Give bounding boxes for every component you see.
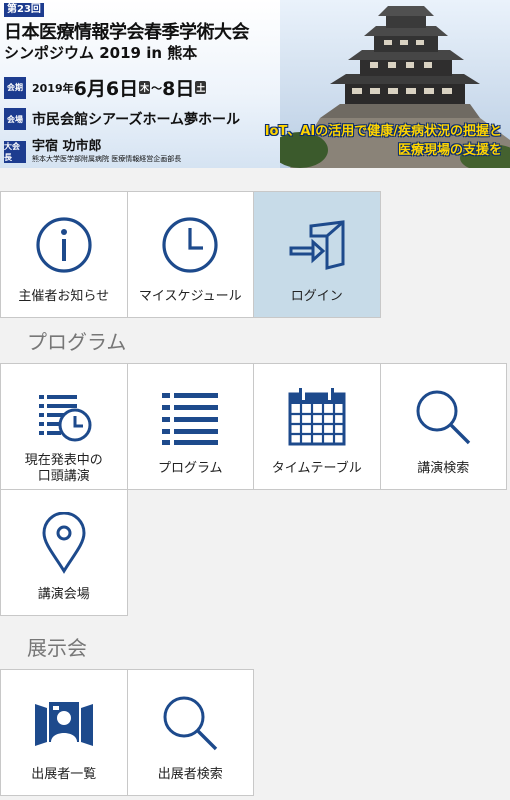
clock-icon <box>162 217 218 273</box>
tile-program[interactable]: プログラム <box>126 363 254 490</box>
program-section-title: プログラム <box>27 329 127 354</box>
conference-banner: 第23回 日本医療情報学会春季学術大会 シンポジウム 2019 in 熊本 会期… <box>0 0 510 168</box>
tile-label: ログイン <box>290 289 343 304</box>
conference-title: 日本医療情報学会春季学術大会 <box>4 22 250 43</box>
info-icon <box>36 217 92 273</box>
slogan-line-2: 医療現場の支援を <box>397 143 502 158</box>
tile-label: 現在発表中の 口頭講演 <box>1 453 127 485</box>
tile-label-line-2: 口頭講演 <box>37 469 90 484</box>
date-day-start: 6日 <box>105 78 139 100</box>
tile-timetable[interactable]: タイムテーブル <box>253 363 381 490</box>
chair-row: 大会長 宇宿 功市郎 熊本大学医学部附属病院 医療情報経営企画部長 <box>4 140 181 164</box>
tile-label: プログラム <box>157 461 223 476</box>
tile-exhibitor-list[interactable]: 出展者一覧 <box>0 669 128 796</box>
login-icon <box>289 220 345 270</box>
slogan: IoT、AIの活用で健康/疾病状況の把握と 医療現場の支援を <box>265 122 502 160</box>
tile-label: 講演検索 <box>417 461 470 476</box>
exhibitor-icon <box>34 702 93 746</box>
date-dow-end: 土 <box>195 81 207 94</box>
tile-label: 主催者お知らせ <box>18 289 110 304</box>
chair-tag: 大会長 <box>4 141 26 163</box>
conference-subtitle: シンポジウム 2019 in 熊本 <box>4 44 198 62</box>
current-talks-icon <box>38 395 92 442</box>
top-menu: 主催者お知らせ マイスケジュール ログイン <box>0 191 510 318</box>
edition-badge: 第23回 <box>4 3 44 17</box>
date-year: 2019年 <box>32 81 74 95</box>
program-menu: 現在発表中の 口頭講演 プログラム タイムテーブル 講演検索 講演会場 <box>0 363 510 616</box>
tile-label: 出展者検索 <box>157 767 223 782</box>
search-icon <box>416 390 471 445</box>
tile-label-line-1: 現在発表中の <box>24 453 103 468</box>
map-pin-icon <box>42 512 86 574</box>
tile-label: 講演会場 <box>37 587 90 602</box>
slogan-line-1: IoT、AIの活用で健康/疾病状況の把握と <box>264 124 502 139</box>
tile-my-schedule[interactable]: マイスケジュール <box>126 191 254 318</box>
date-month: 6月 <box>73 78 106 100</box>
search-icon <box>163 696 218 751</box>
list-icon <box>162 393 219 445</box>
tile-label: タイムテーブル <box>271 461 362 476</box>
date-day-end: 8日 <box>162 78 195 100</box>
tile-exhibitor-search[interactable]: 出展者検索 <box>126 669 254 796</box>
date-row: 会期 2019年 6月 6日 木 ～ 8日 土 <box>4 74 207 101</box>
exhibition-section-title: 展示会 <box>27 635 87 660</box>
chair-name: 宇宿 功市郎 <box>32 139 102 154</box>
date-tag: 会期 <box>4 76 26 99</box>
tile-label: 出展者一覧 <box>31 767 97 782</box>
tile-login[interactable]: ログイン <box>253 191 381 318</box>
calendar-icon <box>288 388 346 446</box>
tile-organizer-notices[interactable]: 主催者お知らせ <box>0 191 128 318</box>
tile-label: マイスケジュール <box>138 289 242 304</box>
date-tilde: ～ <box>151 81 163 95</box>
date-dow-start: 木 <box>139 81 151 94</box>
exhibition-menu: 出展者一覧 出展者検索 <box>0 669 510 796</box>
venue-name: 市民会館シアーズホーム夢ホール <box>32 112 241 128</box>
tile-talk-search[interactable]: 講演検索 <box>379 363 507 490</box>
tile-talk-venue[interactable]: 講演会場 <box>0 489 128 616</box>
venue-row: 会場 市民会館シアーズホーム夢ホール <box>4 108 240 130</box>
venue-tag: 会場 <box>4 108 26 130</box>
chair-affiliation: 熊本大学医学部附属病院 医療情報経営企画部長 <box>32 155 182 163</box>
tile-current-talks[interactable]: 現在発表中の 口頭講演 <box>0 363 128 490</box>
